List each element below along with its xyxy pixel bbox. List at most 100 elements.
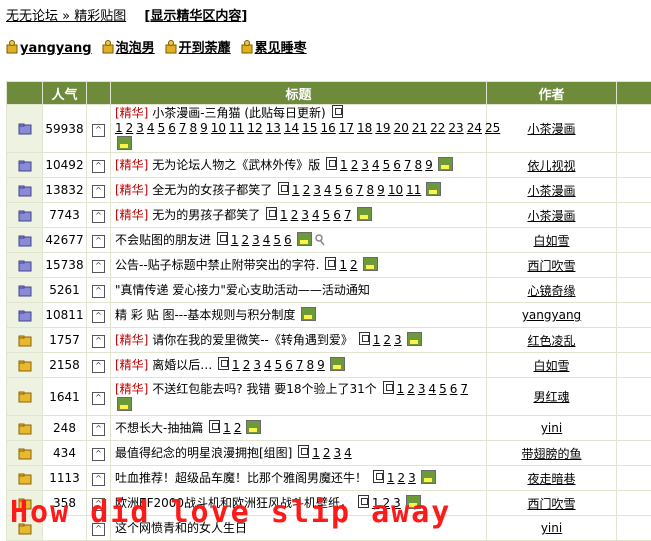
author-link[interactable]: 小茶漫画 [527, 122, 575, 136]
expand-arrow-icon[interactable]: ^ [92, 310, 105, 323]
page-link[interactable]: 8 [415, 158, 423, 172]
topic-title-link[interactable]: 不送红包能去吗? 我错 要18个验上了31个 [152, 382, 377, 396]
arrow-cell[interactable]: ^ [87, 278, 111, 303]
author-link[interactable]: 西门吹雪 [527, 497, 575, 511]
page-link[interactable]: 5 [323, 208, 331, 222]
author-link[interactable]: 白如雪 [533, 359, 569, 373]
page-link[interactable]: 1 [373, 333, 381, 347]
author-link[interactable]: yini [541, 521, 562, 535]
breadcrumb[interactable]: 无无论坛 » 精彩贴图 [6, 9, 126, 24]
topic-title-link[interactable]: "真情传递 爱心接力"爱心支助活动——活动通知 [115, 283, 370, 297]
table-row[interactable]: 1757^[精华] 请你在我的爱里微笑--《转角遇到爱》 123红色凌乱 [7, 328, 651, 353]
page-link[interactable]: 7 [344, 208, 352, 222]
expand-arrow-icon[interactable]: ^ [92, 185, 105, 198]
page-link[interactable]: 3 [333, 446, 341, 460]
page-link[interactable]: 3 [252, 233, 260, 247]
page-link[interactable]: 9 [377, 183, 385, 197]
page-link[interactable]: 3 [313, 183, 321, 197]
page-link[interactable]: 1 [231, 233, 239, 247]
expand-arrow-icon[interactable]: ^ [92, 360, 105, 373]
page-link[interactable]: 7 [460, 382, 468, 396]
table-row[interactable]: 10811^精 彩 贴 图---基本规则与积分制度 yangyang [7, 303, 651, 328]
topic-title-link[interactable]: 请你在我的爱里微笑--《转角遇到爱》 [152, 333, 353, 347]
page-link[interactable]: 2 [241, 233, 249, 247]
author-link[interactable]: 心镜奇缘 [527, 284, 575, 298]
page-link[interactable]: 15 [302, 121, 317, 135]
page-link[interactable]: 7 [356, 183, 364, 197]
page-link[interactable]: 2 [350, 258, 358, 272]
arrow-cell[interactable]: ^ [87, 105, 111, 153]
page-link[interactable]: 5 [439, 382, 447, 396]
page-link[interactable]: 20 [394, 121, 409, 135]
page-link[interactable]: 6 [393, 158, 401, 172]
moderator-link[interactable]: 开到荼蘼 [179, 41, 231, 56]
page-link[interactable]: 4 [263, 233, 271, 247]
topic-title-link[interactable]: 公告--贴子标题中禁止附带突出的字符. [115, 258, 319, 272]
table-row[interactable]: 42677^不会贴图的朋友进 123456白如雪 [7, 228, 651, 253]
arrow-cell[interactable]: ^ [87, 153, 111, 178]
page-link[interactable]: 12 [247, 121, 262, 135]
page-link[interactable]: 2 [126, 121, 134, 135]
page-link[interactable]: 21 [412, 121, 427, 135]
author-link[interactable]: 小茶漫画 [527, 184, 575, 198]
expand-arrow-icon[interactable]: ^ [92, 210, 105, 223]
page-link[interactable]: 10 [388, 183, 403, 197]
page-link[interactable]: 5 [335, 183, 343, 197]
expand-arrow-icon[interactable]: ^ [92, 235, 105, 248]
page-link[interactable]: 1 [340, 158, 348, 172]
author-link[interactable]: 男红魂 [533, 390, 569, 404]
page-link[interactable]: 3 [301, 208, 309, 222]
page-link[interactable]: 4 [147, 121, 155, 135]
author-link[interactable]: 西门吹雪 [527, 259, 575, 273]
header-author[interactable]: 作者 [487, 82, 617, 105]
page-link[interactable]: 3 [136, 121, 144, 135]
page-link[interactable]: 4 [344, 446, 352, 460]
topic-title-link[interactable]: 离婚以后… [152, 358, 212, 372]
page-link[interactable]: 17 [339, 121, 354, 135]
page-link[interactable]: 9 [425, 158, 433, 172]
page-link[interactable]: 1 [397, 382, 405, 396]
page-link[interactable]: 2 [243, 358, 251, 372]
page-link[interactable]: 3 [253, 358, 261, 372]
arrow-cell[interactable]: ^ [87, 353, 111, 378]
topic-title-link[interactable]: 吐血推荐！超级品车魔！比那个雅阁男魔还牛！ [115, 471, 367, 485]
digest-toggle[interactable]: [显示精华区内容] [144, 9, 247, 24]
moderator-item[interactable]: 开到荼蘼 [165, 37, 231, 56]
arrow-cell[interactable]: ^ [87, 441, 111, 466]
page-link[interactable]: 1 [223, 421, 231, 435]
page-link[interactable]: 2 [303, 183, 311, 197]
page-link[interactable]: 2 [234, 421, 242, 435]
page-link[interactable]: 3 [394, 333, 402, 347]
page-link[interactable]: 3 [418, 382, 426, 396]
table-row[interactable]: 10492^[精华] 无为论坛人物之《武林外传》版 123456789依儿视视 [7, 153, 651, 178]
expand-arrow-icon[interactable]: ^ [92, 448, 105, 461]
page-link[interactable]: 9 [317, 358, 325, 372]
page-link[interactable]: 13 [266, 121, 281, 135]
arrow-cell[interactable]: ^ [87, 253, 111, 278]
moderator-item[interactable]: 累见睡枣 [241, 37, 307, 56]
table-row[interactable]: 5261^"真情传递 爱心接力"爱心支助活动——活动通知 心镜奇缘 [7, 278, 651, 303]
table-row[interactable]: 2158^[精华] 离婚以后… 123456789白如雪 [7, 353, 651, 378]
page-link[interactable]: 2 [397, 471, 405, 485]
expand-arrow-icon[interactable]: ^ [92, 285, 105, 298]
arrow-cell[interactable]: ^ [87, 416, 111, 441]
page-link[interactable]: 5 [158, 121, 166, 135]
page-link[interactable]: 2 [323, 446, 331, 460]
arrow-cell[interactable]: ^ [87, 378, 111, 416]
author-link[interactable]: 红色凌乱 [527, 334, 575, 348]
page-link[interactable]: 2 [351, 158, 359, 172]
page-link[interactable]: 1 [232, 358, 240, 372]
expand-arrow-icon[interactable]: ^ [92, 124, 105, 137]
arrow-cell[interactable]: ^ [87, 328, 111, 353]
expand-arrow-icon[interactable]: ^ [92, 423, 105, 436]
table-row[interactable]: 13832^[精华] 全无为的女孩子都笑了 1234567891011小茶漫画 [7, 178, 651, 203]
page-link[interactable]: 14 [284, 121, 299, 135]
digest-toggle-link[interactable]: 显示精华区内容 [150, 9, 241, 24]
topic-title-link[interactable]: 全无为的女孩子都笑了 [152, 183, 272, 197]
page-link[interactable]: 18 [357, 121, 372, 135]
topic-title-link[interactable]: 不会贴图的朋友进 [115, 233, 211, 247]
page-link[interactable]: 3 [408, 471, 416, 485]
page-link[interactable]: 1 [292, 183, 300, 197]
page-link[interactable]: 5 [273, 233, 281, 247]
page-link[interactable]: 7 [404, 158, 412, 172]
